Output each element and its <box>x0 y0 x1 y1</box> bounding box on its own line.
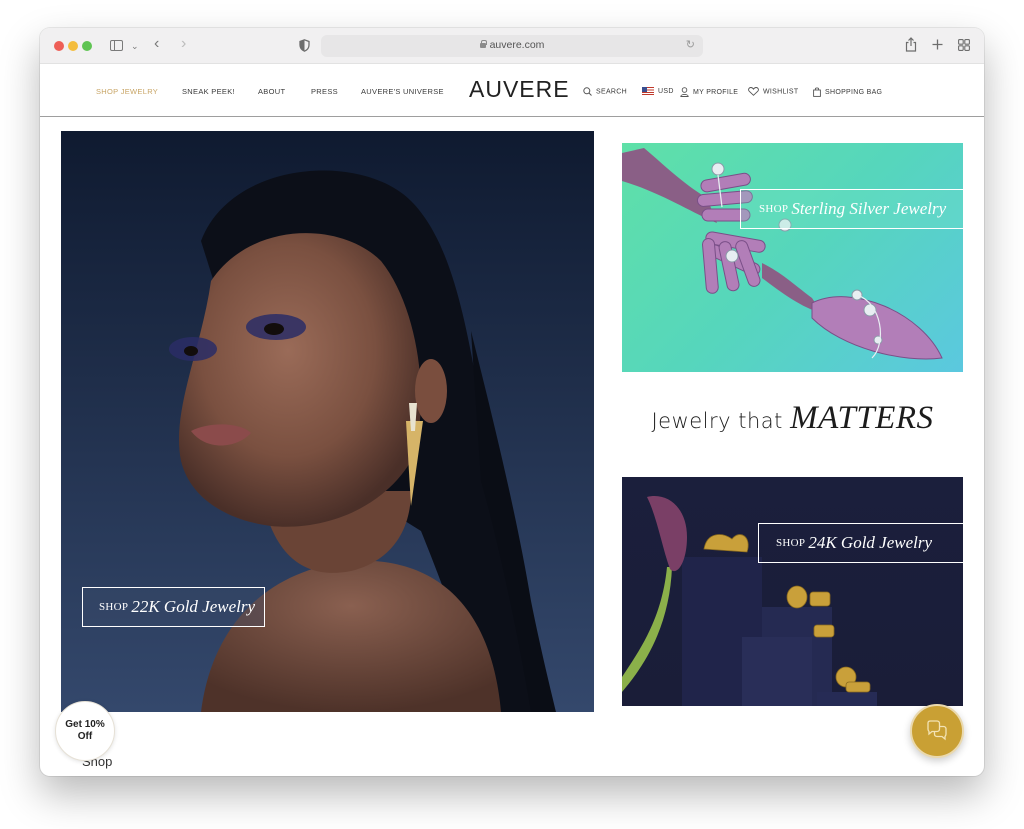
close-window-button[interactable] <box>54 41 64 51</box>
nav-about[interactable]: ABOUT <box>258 87 285 96</box>
banner-24k-gold[interactable]: SHOP 24K Gold Jewelry <box>622 477 963 706</box>
url-text: auvere.com <box>489 39 545 51</box>
my-profile-link[interactable]: MY PROFILE <box>680 87 738 97</box>
shop-sterling-silver-button[interactable]: SHOP Sterling Silver Jewelry <box>740 189 963 229</box>
search-icon <box>583 87 592 96</box>
silver-jewelry-photo <box>622 148 943 360</box>
new-tab-icon[interactable] <box>932 39 943 50</box>
nav-auveres-universe[interactable]: AUVERE'S UNIVERSE <box>361 87 444 96</box>
heart-icon <box>748 87 759 96</box>
sidebar-toggle-icon[interactable] <box>110 40 123 51</box>
nav-shop-jewelry[interactable]: SHOP JEWELRY <box>96 87 158 96</box>
chevron-down-icon[interactable]: ⌄ <box>131 39 139 53</box>
tab-overview-icon[interactable] <box>958 39 970 51</box>
reload-icon[interactable]: ↻ <box>686 38 695 51</box>
shop-22k-gold-button[interactable]: SHOP 22K Gold Jewelry <box>82 587 265 627</box>
banner-sterling-silver[interactable]: SHOP Sterling Silver Jewelry <box>622 143 963 372</box>
discount-promo-badge[interactable]: Get 10% Off <box>55 701 115 761</box>
chat-button[interactable] <box>910 704 964 758</box>
nav-press[interactable]: PRESS <box>311 87 338 96</box>
minimize-window-button[interactable] <box>68 41 78 51</box>
shopping-bag-link[interactable]: SHOPPING BAG <box>813 87 882 97</box>
zoom-window-button[interactable] <box>82 41 92 51</box>
browser-window: ⌄ ‹ › auvere.com ↻ SHOP JEWELRY SNEAK PE… <box>40 28 984 776</box>
currency-selector[interactable]: USD <box>642 87 674 95</box>
shop-24k-gold-button[interactable]: SHOP 24K Gold Jewelry <box>758 523 963 563</box>
us-flag-icon <box>642 87 654 95</box>
browser-toolbar: ⌄ ‹ › auvere.com ↻ <box>40 28 984 64</box>
hero-banner-22k-gold[interactable]: SHOP 22K Gold Jewelry <box>61 131 594 712</box>
forward-button[interactable]: › <box>181 36 186 52</box>
wishlist-link[interactable]: WISHLIST <box>748 87 798 96</box>
back-button[interactable]: ‹ <box>154 36 159 52</box>
gold-jewelry-photo <box>622 496 877 706</box>
tagline: Jewelry that MATTERS <box>651 400 934 436</box>
privacy-shield-icon[interactable] <box>299 39 310 52</box>
address-bar[interactable]: auvere.com ↻ <box>321 35 703 57</box>
user-icon <box>680 87 689 97</box>
chat-bubbles-icon <box>927 720 947 741</box>
shopping-bag-icon <box>813 87 821 97</box>
site-header: SHOP JEWELRY SNEAK PEEK! ABOUT PRESS AUV… <box>40 64 984 117</box>
share-icon[interactable] <box>905 37 917 52</box>
lock-icon <box>479 40 487 48</box>
search-link[interactable]: SEARCH <box>583 87 627 96</box>
nav-sneak-peek[interactable]: SNEAK PEEK! <box>182 87 235 96</box>
site-logo[interactable]: AUVERE <box>469 76 570 103</box>
